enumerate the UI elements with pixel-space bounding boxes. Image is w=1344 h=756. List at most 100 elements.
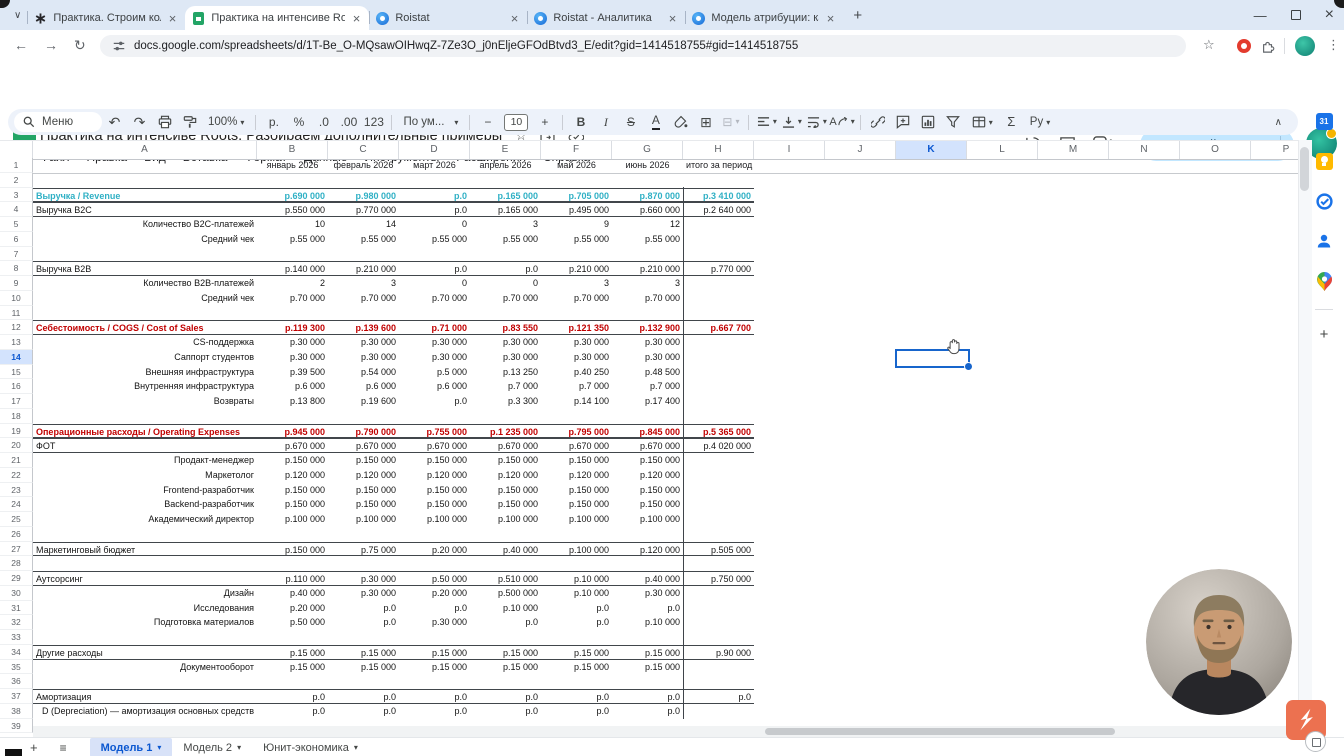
row-header-38[interactable]: 38 (0, 703, 33, 719)
value-cell[interactable]: р.10 000 (612, 615, 683, 630)
row-header-14[interactable]: 14 (0, 349, 33, 365)
value-cell[interactable]: р.30 000 (541, 335, 612, 350)
value-cell[interactable]: р.120 000 (541, 468, 612, 483)
row-label-cell[interactable]: Продакт-менеджер (33, 453, 257, 468)
value-cell[interactable]: р.100 000 (541, 512, 612, 527)
horizontal-align-icon[interactable]: ▾ (754, 109, 779, 135)
value-cell[interactable]: р.70 000 (541, 291, 612, 306)
value-cell[interactable]: р.7 000 (612, 379, 683, 394)
row-label-cell[interactable] (33, 674, 257, 689)
value-cell[interactable]: 14 (328, 217, 399, 232)
column-header-O[interactable]: O (1180, 141, 1251, 159)
add-sheet-icon[interactable]: + (30, 740, 38, 755)
contacts-panel-icon[interactable] (1314, 231, 1334, 251)
sheet-tab-Модель 2[interactable]: Модель 2 ▾ (172, 738, 252, 756)
value-cell[interactable]: р.55 000 (612, 232, 683, 247)
value-cell[interactable]: р.150 000 (399, 483, 470, 498)
row-label-cell[interactable]: Подготовка материалов (33, 615, 257, 630)
row-header-29[interactable]: 29 (0, 571, 33, 586)
row-label-cell[interactable] (33, 306, 257, 321)
column-header-M[interactable]: M (1038, 141, 1109, 159)
column-header-F[interactable]: F (541, 141, 612, 159)
value-cell[interactable]: р.795 000 (541, 425, 612, 438)
text-wrap-icon[interactable]: ▾ (804, 109, 829, 135)
value-cell[interactable]: р.100 000 (399, 512, 470, 527)
browser-tab[interactable]: Roistat - Аналитика × (527, 6, 685, 30)
total-period-label[interactable]: итого за период (683, 158, 754, 173)
row-header-7[interactable]: 7 (0, 246, 33, 262)
value-cell[interactable]: 0 (399, 276, 470, 291)
row-header-35[interactable]: 35 (0, 659, 33, 675)
fill-color-icon[interactable] (668, 109, 693, 135)
value-cell[interactable]: р.120 000 (612, 468, 683, 483)
value-cell[interactable]: р.13 250 (470, 365, 541, 380)
value-cell[interactable]: р.945 000 (257, 425, 328, 438)
month-cell[interactable]: май 2026 (541, 158, 612, 173)
row-header-22[interactable]: 22 (0, 467, 33, 483)
filter-icon[interactable] (941, 109, 966, 135)
row-label-cell[interactable]: Маркетинговый бюджет (33, 543, 257, 556)
value-cell[interactable]: р.120 000 (399, 468, 470, 483)
value-cell[interactable]: р.150 000 (257, 453, 328, 468)
value-cell[interactable]: р.0 (612, 601, 683, 616)
value-cell[interactable]: р.15 000 (328, 646, 399, 659)
column-header-D[interactable]: D (399, 141, 470, 159)
row-label-cell[interactable]: Операционные расходы / Operating Expense… (33, 425, 257, 438)
row-header-23[interactable]: 23 (0, 482, 33, 498)
value-cell[interactable]: р.690 000 (257, 189, 328, 202)
row-header-2[interactable]: 2 (0, 172, 33, 188)
value-cell[interactable]: р.150 000 (399, 497, 470, 512)
sheet-tab-Юнит-экономика[interactable]: Юнит-экономика ▾ (252, 738, 369, 756)
value-cell[interactable]: р.120 000 (470, 468, 541, 483)
paint-format-icon[interactable] (177, 109, 202, 135)
column-header-P[interactable]: P (1251, 141, 1298, 159)
row-label-cell[interactable]: Средний чек (33, 232, 257, 247)
close-tab-icon[interactable]: × (351, 11, 363, 26)
value-cell[interactable]: р.70 000 (328, 291, 399, 306)
total-cell[interactable] (683, 232, 754, 247)
column-header-J[interactable]: J (825, 141, 896, 159)
value-cell[interactable]: р.980 000 (328, 189, 399, 202)
value-cell[interactable]: р.150 000 (612, 497, 683, 512)
total-cell[interactable] (683, 365, 754, 380)
row-label-cell[interactable]: Количество B2C-платежей (33, 217, 257, 232)
value-cell[interactable]: р.30 000 (257, 350, 328, 365)
value-cell[interactable]: р.150 000 (257, 483, 328, 498)
decrease-font-size-button[interactable]: − (475, 109, 500, 135)
value-cell[interactable]: р.500 000 (470, 586, 541, 601)
row-label-cell[interactable]: Frontend-разработчик (33, 483, 257, 498)
value-cell[interactable]: р.150 000 (612, 483, 683, 498)
row-header-10[interactable]: 10 (0, 290, 33, 306)
value-cell[interactable]: 3 (612, 276, 683, 291)
row-header-13[interactable]: 13 (0, 335, 33, 350)
value-cell[interactable]: р.20 000 (399, 586, 470, 601)
value-cell[interactable]: р.0 (399, 690, 470, 703)
row-label-cell[interactable]: Исследования (33, 601, 257, 616)
value-cell[interactable]: р.150 000 (399, 453, 470, 468)
total-cell[interactable] (683, 217, 754, 232)
value-cell[interactable]: р.0 (328, 690, 399, 703)
row-label-cell[interactable]: Внутренняя инфраструктура (33, 379, 257, 394)
value-cell[interactable]: р.17 400 (612, 394, 683, 409)
value-cell[interactable]: р.40 000 (257, 586, 328, 601)
value-cell[interactable]: р.40 000 (470, 543, 541, 556)
value-cell[interactable]: р.7 000 (470, 379, 541, 394)
row-header-12[interactable]: 12 (0, 320, 33, 335)
row-label-cell[interactable] (33, 527, 257, 542)
value-cell[interactable]: р.495 000 (541, 203, 612, 216)
value-cell[interactable]: р.30 000 (257, 335, 328, 350)
value-cell[interactable]: р.165 000 (470, 189, 541, 202)
value-cell[interactable]: р.670 000 (257, 439, 328, 452)
row-header-32[interactable]: 32 (0, 615, 33, 630)
row-header-20[interactable]: 20 (0, 438, 33, 453)
undo-icon[interactable]: ↶ (102, 109, 127, 135)
value-cell[interactable]: р.132 900 (612, 321, 683, 334)
insert-link-icon[interactable] (866, 109, 891, 135)
text-color-button[interactable]: A (643, 109, 668, 135)
value-cell[interactable]: р.55 000 (328, 232, 399, 247)
value-cell[interactable]: р.660 000 (612, 203, 683, 216)
value-cell[interactable]: р.770 000 (328, 203, 399, 216)
print-icon[interactable] (152, 109, 177, 135)
close-tab-icon[interactable]: × (167, 11, 179, 26)
maps-panel-icon[interactable] (1314, 271, 1334, 291)
